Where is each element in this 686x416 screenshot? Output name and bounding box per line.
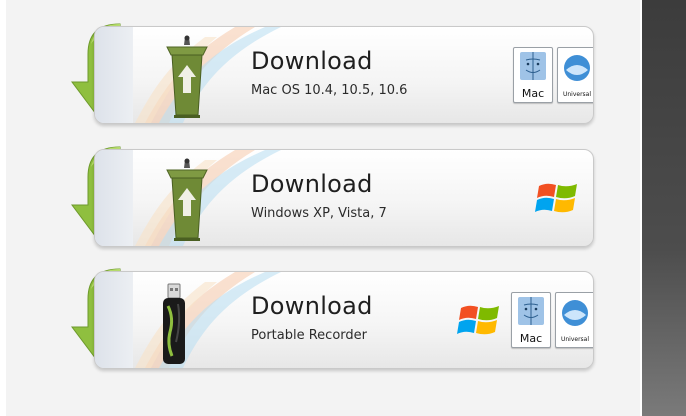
download-windows-button[interactable]: Download Windows XP, Vista, 7: [66, 143, 594, 251]
universal-icon: Universal: [555, 292, 593, 348]
download-card: Download Mac OS 10.4, 10.5, 10.6 Mac Uni…: [94, 26, 594, 124]
mac-badge-label: Mac: [521, 87, 545, 100]
windows-logo-icon: [535, 183, 577, 213]
platform-subtitle: Windows XP, Vista, 7: [251, 206, 387, 221]
platform-subtitle: Mac OS 10.4, 10.5, 10.6: [251, 83, 408, 98]
download-portable-button[interactable]: Download Portable Recorder Mac Universal: [66, 265, 594, 373]
universal-badge-label: Universal: [562, 91, 592, 98]
podium-icon: [166, 158, 208, 241]
mac-icon: Mac: [513, 47, 553, 103]
mac-icon: Mac: [511, 292, 551, 348]
universal-badge-label: Universal: [560, 336, 590, 343]
download-card: Download Windows XP, Vista, 7: [94, 149, 594, 247]
platform-subtitle: Portable Recorder: [251, 328, 367, 343]
swoosh-decoration: [135, 150, 281, 246]
universal-icon: Universal: [557, 47, 593, 103]
podium-icon: [166, 35, 208, 118]
download-title: Download: [251, 170, 373, 198]
download-mac-button[interactable]: Download Mac OS 10.4, 10.5, 10.6 Mac Uni…: [66, 20, 594, 128]
usb-drive-icon: [163, 283, 185, 364]
swoosh-decoration: [135, 272, 281, 368]
mac-badge-label: Mac: [519, 332, 543, 345]
swoosh-decoration: [135, 27, 281, 123]
download-card: Download Portable Recorder Mac Universal: [94, 271, 594, 369]
download-title: Download: [251, 47, 373, 75]
download-title: Download: [251, 292, 373, 320]
side-strip: [642, 0, 686, 416]
download-page: Download Mac OS 10.4, 10.5, 10.6 Mac Uni…: [0, 0, 686, 416]
windows-logo-icon: [457, 305, 499, 335]
